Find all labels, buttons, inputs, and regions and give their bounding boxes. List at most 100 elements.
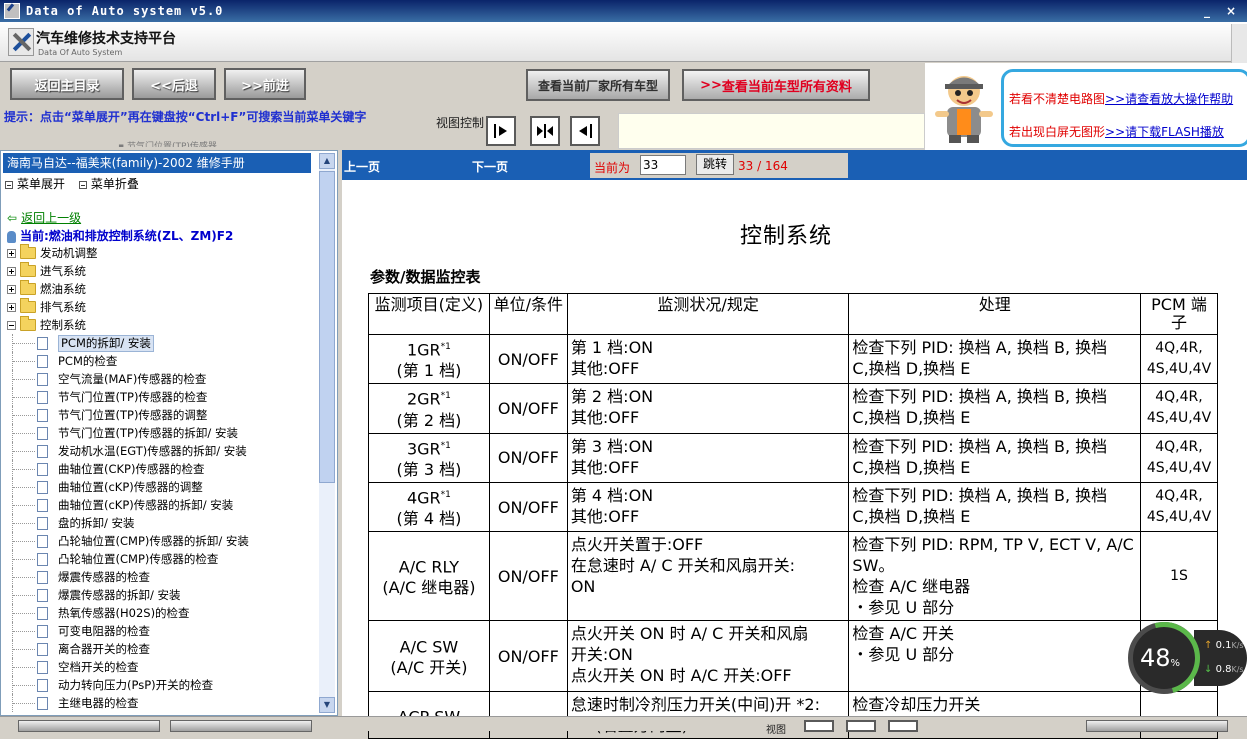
bottom-button-left-1[interactable]: [18, 720, 160, 732]
back-to-main-menu-button[interactable]: 返回主目录: [10, 68, 124, 100]
action-line: 检查下列 PID: 换档 A, 换档 B, 换档: [852, 485, 1108, 505]
cell-pcm: 4Q,4R, 4S,4U,4V: [1139, 481, 1219, 533]
bottom-view-button-2[interactable]: [846, 720, 876, 732]
cell-condition: 第 4 档:ON 其他:OFF: [566, 481, 850, 533]
action-line: C,换档 D,换档 E: [852, 408, 971, 428]
tree-item[interactable]: 曲轴位置(cKP)传感器的拆卸/ 安装: [5, 496, 311, 514]
tree-item[interactable]: PCM的检查: [5, 352, 311, 370]
view-expand-right-button[interactable]: [486, 116, 516, 146]
action-line: 检查下列 PID: RPM, TP V, ECT V, A/C SW。: [852, 535, 1134, 576]
close-button[interactable]: ×: [1223, 4, 1239, 18]
cell-condition: 点火开关置于:OFF 在怠速时 A/ C 开关和风扇开关: ON: [566, 531, 850, 622]
tree-item[interactable]: 凸轮轴位置(CMP)传感器的检查: [5, 550, 311, 568]
tree-guide: [13, 667, 35, 668]
menu-scrollbar[interactable]: ▲ ▼: [319, 153, 335, 713]
bottom-button-left-2[interactable]: [170, 720, 312, 732]
document-icon: [37, 589, 48, 602]
document-icon: [37, 499, 48, 512]
scroll-thumb[interactable]: [319, 171, 335, 483]
collapse-box-icon: [78, 180, 87, 189]
tree-item[interactable]: 节气门位置(TP)传感器的拆卸/ 安装: [5, 424, 311, 442]
menu-expand-button[interactable]: 菜单展开: [5, 177, 65, 191]
action-line: C,换档 D,换档 E: [852, 457, 971, 477]
scroll-down-icon[interactable]: ▼: [319, 697, 335, 713]
tree-item[interactable]: 空气流量(MAF)传感器的检查: [5, 370, 311, 388]
history-forward-button[interactable]: >>前进: [224, 68, 306, 100]
menu-collapse-button[interactable]: 菜单折叠: [78, 177, 139, 191]
item-footnote: *1: [440, 342, 451, 352]
plus-toggle-icon[interactable]: [7, 303, 16, 312]
cell-item: 4GR*1 (第 4 档): [368, 481, 490, 533]
download-arrow-icon: ↓: [1204, 664, 1213, 675]
plus-toggle-icon[interactable]: [7, 249, 16, 258]
view-maker-models-button[interactable]: 查看当前厂家所有车型: [526, 69, 670, 101]
tree-folder-intake[interactable]: 进气系统: [5, 262, 311, 280]
plus-toggle-icon[interactable]: [7, 267, 16, 276]
tree-item[interactable]: 主继电器的检查: [5, 694, 311, 712]
bottom-view-button-3[interactable]: [888, 720, 918, 732]
tree-item[interactable]: 可变电阻器的检查: [5, 622, 311, 640]
tree-item[interactable]: 爆震传感器的检查: [5, 568, 311, 586]
tree-item[interactable]: 离合器开关的检查: [5, 640, 311, 658]
tree-item[interactable]: 凸轮轴位置(CMP)传感器的拆卸/ 安装: [5, 532, 311, 550]
action-line: ・参见 U 部分: [852, 645, 955, 665]
tree-item[interactable]: 爆震传感器的拆卸/ 安装: [5, 586, 311, 604]
history-back-button[interactable]: <<后退: [132, 68, 216, 100]
network-speed-widget[interactable]: ↑ 0.1K/s ↓ 0.8K/s 48%: [1114, 608, 1247, 708]
scroll-up-icon[interactable]: ▲: [319, 153, 335, 169]
tree-item[interactable]: 热氧传感器(H02S)的检查: [5, 604, 311, 622]
bottom-view-button-1[interactable]: [804, 720, 834, 732]
document-icon: [37, 571, 48, 584]
tree-item[interactable]: 空档开关的检查: [5, 658, 311, 676]
view-expand-left-button[interactable]: [570, 116, 600, 146]
current-page-label: 当前为: [594, 161, 631, 175]
back-arrow-icon: ⇦: [7, 211, 18, 225]
usage-percent-unit: %: [1170, 658, 1181, 669]
page-number-input[interactable]: [640, 155, 686, 175]
cell-unit: ON/OFF: [488, 432, 568, 483]
tree-guide: [13, 631, 35, 632]
folder-icon: [20, 298, 36, 313]
item-code: 3GR: [406, 438, 441, 458]
prev-page-link[interactable]: 上一页: [344, 158, 380, 175]
bottom-button-right[interactable]: [1086, 720, 1228, 732]
tree-folder-exhaust[interactable]: 排气系统: [5, 298, 311, 316]
tree-item-label: 主继电器的检查: [58, 696, 139, 710]
plus-toggle-icon[interactable]: [7, 285, 16, 294]
tree-item[interactable]: 曲轴位置(cKP)传感器的调整: [5, 478, 311, 496]
tree-item[interactable]: 节气门位置(TP)传感器的检查: [5, 388, 311, 406]
zoom-help-link[interactable]: >>请查看放大操作帮助: [1105, 92, 1233, 106]
document-icon: [37, 391, 48, 404]
download-value: 0.8: [1215, 664, 1232, 675]
open-folder-icon: [20, 316, 36, 331]
jump-button[interactable]: 跳转: [696, 154, 734, 175]
tree-folder-label: 排气系统: [40, 300, 86, 314]
tree-folder-engine-tune[interactable]: 发动机调整: [5, 244, 311, 262]
tree-folder-control[interactable]: 控制系统: [5, 316, 311, 334]
tree-item[interactable]: 动力转向压力(PsP)开关的检查: [5, 676, 311, 694]
flash-download-link[interactable]: >>请下载FLASH播放: [1105, 125, 1224, 139]
condition-line: 在怠速时 A/ C 开关和风扇开关:: [570, 556, 795, 576]
page-scrollbar[interactable]: [1231, 24, 1247, 64]
minus-toggle-icon[interactable]: [7, 321, 16, 330]
tree-folder-fuel[interactable]: 燃油系统: [5, 280, 311, 298]
next-page-link[interactable]: 下一页: [472, 158, 508, 175]
tree-item[interactable]: 发动机水温(EGT)传感器的拆卸/ 安装: [5, 442, 311, 460]
minimize-button[interactable]: _: [1199, 4, 1215, 18]
condition-line: 其他:OFF: [570, 506, 640, 526]
tree-item[interactable]: 曲轴位置(CKP)传感器的检查: [5, 460, 311, 478]
document-icon: [37, 337, 48, 350]
menu-panel: 海南马自达--福美来(family)-2002 维修手册 菜单展开 菜单折叠 ⇦…: [0, 150, 338, 716]
tree-item[interactable]: 盘的拆卸/ 安装: [5, 514, 311, 532]
document-icon: [37, 373, 48, 386]
tree-item[interactable]: PCM的拆卸/ 安装: [5, 334, 311, 352]
condition-line: 开关:ON: [570, 645, 633, 665]
back-up-link[interactable]: ⇦ 返回上一级: [7, 209, 81, 226]
document-icon: [37, 409, 48, 422]
tree-guide: [13, 487, 35, 488]
view-split-button[interactable]: [530, 116, 560, 146]
tree-guide: [13, 361, 35, 362]
upload-value: 0.1: [1215, 640, 1232, 651]
view-model-data-button[interactable]: >> 查看当前车型所有资料: [682, 69, 870, 101]
tree-item[interactable]: 节气门位置(TP)传感器的调整: [5, 406, 311, 424]
